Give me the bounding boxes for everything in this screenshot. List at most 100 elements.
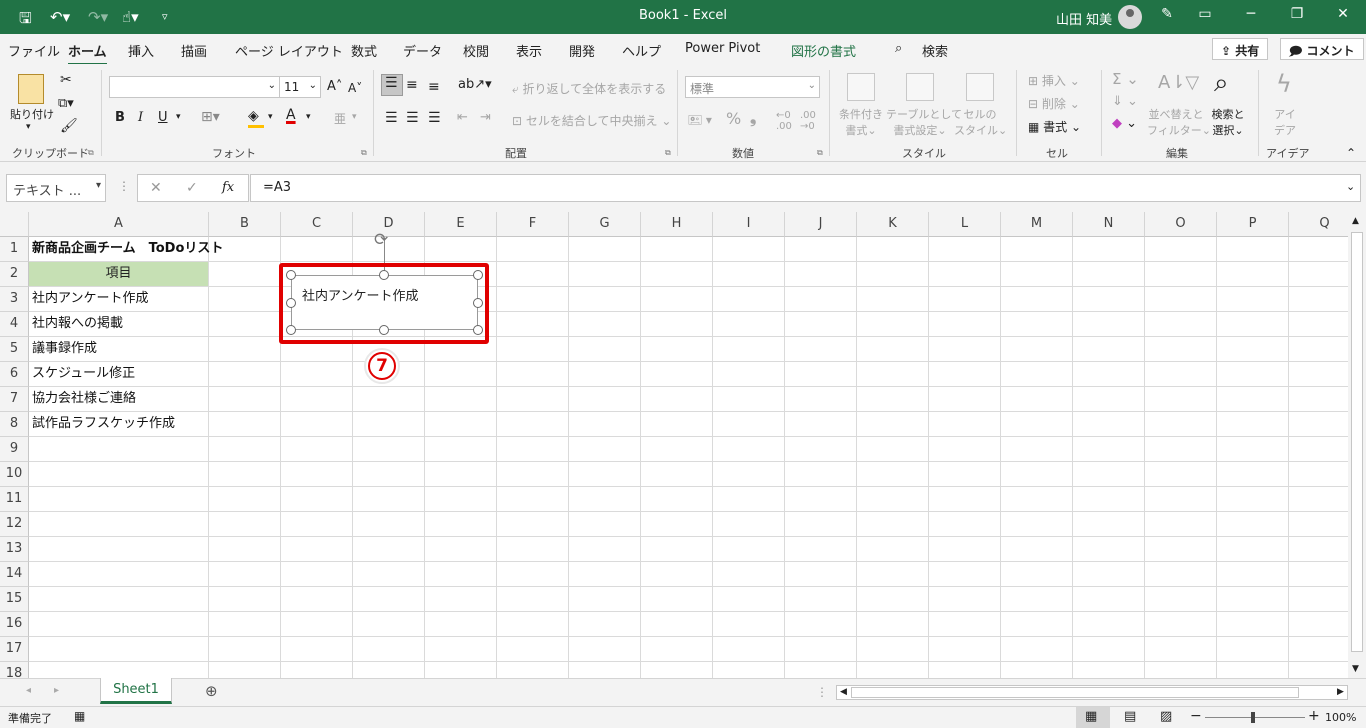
find-select-button[interactable]: 検索と 選択⌄ bbox=[1208, 106, 1248, 138]
expand-formula-icon[interactable]: ⌄ bbox=[1346, 180, 1355, 193]
row-header[interactable]: 9 bbox=[0, 437, 29, 462]
ribbon-display-icon[interactable]: ▭ bbox=[1195, 6, 1215, 22]
increase-indent-icon[interactable]: ⇥ bbox=[480, 110, 491, 125]
bold-button[interactable]: B bbox=[115, 110, 125, 125]
align-left-icon[interactable]: ☰ bbox=[385, 110, 398, 126]
column-header[interactable]: L bbox=[929, 212, 1001, 237]
resize-handle[interactable] bbox=[473, 325, 483, 335]
scroll-thumb[interactable] bbox=[1351, 232, 1363, 652]
autosum-icon[interactable]: Σ ⌄ bbox=[1112, 70, 1139, 88]
minimize-icon[interactable]: ─ bbox=[1241, 6, 1261, 22]
phonetic-icon[interactable]: 亜 bbox=[334, 110, 346, 127]
number-format-select[interactable]: 標準 ⌄ bbox=[685, 76, 820, 98]
zoom-slider[interactable] bbox=[1205, 717, 1305, 718]
row-header[interactable]: 8 bbox=[0, 412, 29, 437]
column-header[interactable]: P bbox=[1217, 212, 1289, 237]
paste-icon[interactable] bbox=[18, 74, 44, 104]
resize-handle[interactable] bbox=[473, 298, 483, 308]
sort-filter-button[interactable]: 並べ替えと フィルター⌄ bbox=[1147, 106, 1211, 138]
name-box[interactable]: テキスト ... ▾ bbox=[6, 174, 106, 202]
fill-color-icon[interactable]: ◈ bbox=[248, 108, 259, 124]
tab-page-layout[interactable]: ページ レイアウト bbox=[235, 41, 343, 60]
collapse-ribbon-icon[interactable]: ⌃ bbox=[1346, 146, 1356, 160]
row-header[interactable]: 14 bbox=[0, 562, 29, 587]
tab-draw[interactable]: 描画 bbox=[181, 41, 207, 60]
column-header[interactable]: D bbox=[353, 212, 425, 237]
align-right-icon[interactable]: ☰ bbox=[428, 110, 441, 126]
sheet-tab-sheet1[interactable]: Sheet1 bbox=[100, 678, 172, 704]
column-header[interactable]: G bbox=[569, 212, 641, 237]
comma-button[interactable]: ❟ bbox=[750, 108, 756, 128]
row-header[interactable]: 5 bbox=[0, 337, 29, 362]
zoom-in-icon[interactable]: + bbox=[1308, 708, 1320, 724]
row-header[interactable]: 1 bbox=[0, 237, 29, 262]
column-header[interactable]: O bbox=[1145, 212, 1217, 237]
tab-file[interactable]: ファイル bbox=[8, 41, 60, 60]
merge-center-button[interactable]: ⊡ セルを結合して中央揃え ⌄ bbox=[512, 112, 671, 129]
tab-developer[interactable]: 開発 bbox=[569, 41, 595, 60]
cell-styles-button[interactable]: セルの スタイル⌄ bbox=[954, 106, 1007, 138]
insert-function-icon[interactable]: fx bbox=[222, 180, 234, 195]
next-sheet-icon[interactable]: ▸ bbox=[54, 685, 59, 696]
decrease-font-icon[interactable]: A˅ bbox=[348, 81, 362, 95]
find-select-icon[interactable]: ⌕ bbox=[1214, 68, 1229, 99]
column-header[interactable]: K bbox=[857, 212, 929, 237]
tab-review[interactable]: 校閲 bbox=[463, 41, 489, 60]
format-as-table-button[interactable]: テーブルとして 書式設定⌄ bbox=[886, 106, 962, 138]
orientation-icon[interactable]: ab↗▾ bbox=[458, 77, 492, 92]
cell-a5[interactable]: 議事録作成 bbox=[32, 337, 97, 361]
border-icon[interactable]: ⊞▾ bbox=[201, 109, 220, 125]
page-layout-icon[interactable]: ▤ bbox=[1124, 709, 1136, 724]
scroll-down-icon[interactable]: ▼ bbox=[1352, 664, 1359, 674]
add-sheet-icon[interactable]: ⊕ bbox=[205, 682, 218, 700]
scroll-right-icon[interactable]: ▶ bbox=[1337, 687, 1344, 697]
row-header[interactable]: 12 bbox=[0, 512, 29, 537]
cut-icon[interactable]: ✂ bbox=[60, 72, 72, 88]
decrease-indent-icon[interactable]: ⇤ bbox=[457, 110, 468, 125]
font-launcher-icon[interactable]: ⧉ bbox=[361, 148, 367, 158]
increase-font-icon[interactable]: A˄ bbox=[327, 79, 342, 94]
percent-button[interactable]: % bbox=[726, 109, 741, 128]
scroll-left-icon[interactable]: ◀ bbox=[840, 687, 847, 697]
alignment-launcher-icon[interactable]: ⧉ bbox=[665, 148, 671, 158]
column-header[interactable]: N bbox=[1073, 212, 1145, 237]
format-cells-button[interactable]: ▦ 書式 ⌄ bbox=[1028, 118, 1081, 135]
column-header[interactable]: I bbox=[713, 212, 785, 237]
rotate-handle-icon[interactable]: ⟳ bbox=[374, 230, 388, 250]
ideas-button[interactable]: アイ デア bbox=[1270, 106, 1300, 138]
text-box-shape[interactable]: 社内アンケート作成 bbox=[291, 275, 478, 330]
number-launcher-icon[interactable]: ⧉ bbox=[817, 148, 823, 158]
fill-dropdown-icon[interactable]: ▾ bbox=[268, 112, 273, 122]
worksheet-grid[interactable]: A B C D E F G H I J K L M N O P Q 1 2 3 … bbox=[0, 212, 1348, 678]
search-icon[interactable]: ⌕ bbox=[895, 41, 902, 56]
row-header[interactable]: 6 bbox=[0, 362, 29, 387]
copy-icon[interactable]: ⧉▾ bbox=[58, 96, 74, 111]
zoom-level[interactable]: 100% bbox=[1325, 711, 1356, 724]
zoom-out-icon[interactable]: − bbox=[1190, 708, 1202, 724]
customize-qat-icon[interactable]: ▿ bbox=[162, 10, 168, 23]
tab-shape-format[interactable]: 図形の書式 bbox=[791, 41, 856, 60]
column-header[interactable]: F bbox=[497, 212, 569, 237]
row-header[interactable]: 7 bbox=[0, 387, 29, 412]
prev-sheet-icon[interactable]: ◂ bbox=[26, 685, 31, 696]
align-middle-icon[interactable]: ≡ bbox=[406, 77, 418, 93]
insert-cells-button[interactable]: ⊞ 挿入 ⌄ bbox=[1028, 72, 1080, 89]
ideas-icon[interactable]: ϟ bbox=[1276, 70, 1292, 98]
avatar[interactable] bbox=[1118, 5, 1142, 29]
scroll-thumb[interactable] bbox=[851, 687, 1299, 698]
font-color-icon[interactable]: A bbox=[286, 107, 296, 123]
cell-styles-icon[interactable] bbox=[966, 73, 994, 101]
underline-button[interactable]: U bbox=[158, 110, 168, 125]
resize-handle[interactable] bbox=[379, 325, 389, 335]
column-header[interactable]: B bbox=[209, 212, 281, 237]
tab-power-pivot[interactable]: Power Pivot bbox=[685, 41, 760, 56]
resize-handle[interactable] bbox=[286, 325, 296, 335]
redo-icon[interactable]: ↷▾ bbox=[88, 8, 108, 26]
comment-button[interactable]: 🗩 コメント bbox=[1280, 38, 1364, 60]
conditional-format-icon[interactable] bbox=[847, 73, 875, 101]
row-header[interactable]: 4 bbox=[0, 312, 29, 337]
resize-handle[interactable] bbox=[379, 270, 389, 280]
cell-a4[interactable]: 社内報への掲載 bbox=[32, 312, 123, 336]
currency-icon[interactable]: 🖭 ▾ bbox=[688, 111, 712, 132]
page-break-icon[interactable]: ▨ bbox=[1160, 709, 1172, 724]
